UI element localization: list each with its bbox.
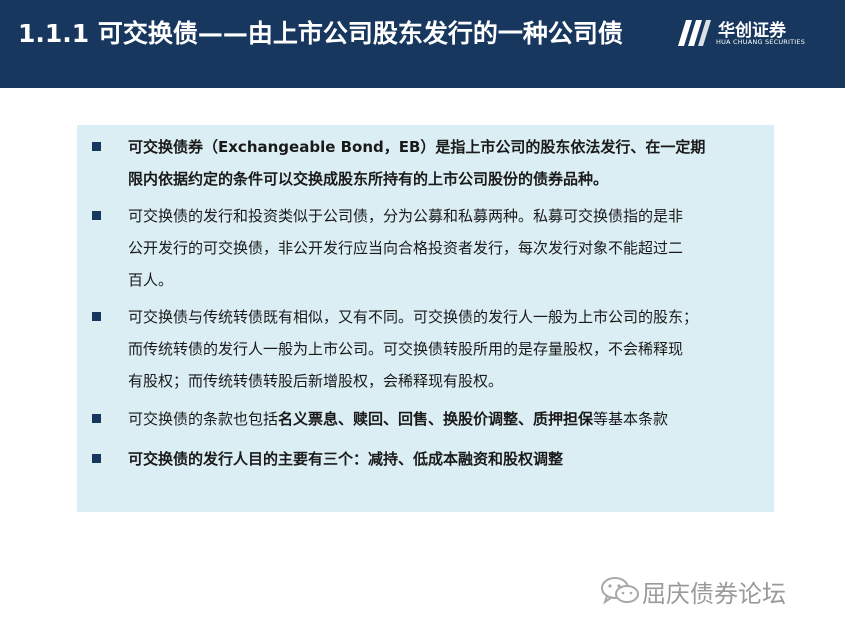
logo-mark-icon <box>678 20 711 46</box>
square-bullet-icon <box>92 312 101 321</box>
page-title: 1.1.1 可交换债——由上市公司股东发行的一种公司债 <box>18 19 623 48</box>
logo-subtitle: HUA CHUANG SECURITIES <box>716 38 806 46</box>
content-box: 可交换债券（Exchangeable Bond，EB）是指上市公司的股东依法发行… <box>77 125 774 512</box>
bullet-3-line-1: 可交换债与传统转债既有相似，又有不同。可交换债的发行人一般为上市公司的股东； <box>128 308 699 326</box>
bullet-2-line-2: 公开发行的可交换债，非公开发行应当向合格投资者发行，每次发行对象不能超过二 <box>128 239 684 257</box>
watermark: 屈庆债券论坛 <box>600 570 830 610</box>
bullet-2-line-3: 百人。 <box>128 271 174 289</box>
wechat-icon <box>601 577 639 605</box>
bullet-4-prefix: 可交换债的条款也包括 <box>128 410 279 428</box>
title-bar: 1.1.1 可交换债——由上市公司股东发行的一种公司债 华创证券 HUA CHU… <box>0 0 845 88</box>
square-bullet-icon <box>92 414 101 423</box>
bullet-3-line-3: 有股权；而传统转债转股后新增股权，会稀释现有股权。 <box>128 372 504 390</box>
bullet-4-suffix: 等基本条款 <box>593 410 669 428</box>
bullet-1-line-1: 可交换债券（Exchangeable Bond，EB）是指上市公司的股东依法发行… <box>128 138 706 156</box>
bullet-5-line-1: 可交换债的发行人目的主要有三个：减持、低成本融资和股权调整 <box>128 450 564 468</box>
bullet-1-line-2: 限内依据约定的条件可以交换成股东所持有的上市公司股份的债券品种。 <box>128 170 609 188</box>
watermark-text: 屈庆债券论坛 <box>642 580 786 608</box>
square-bullet-icon <box>92 454 101 463</box>
square-bullet-icon <box>92 142 101 151</box>
square-bullet-icon <box>92 211 101 220</box>
bullet-4-emphasis: 名义票息、赎回、回售、换股价调整、质押担保 <box>278 410 594 428</box>
bullet-3-line-2: 而传统转债的发行人一般为上市公司。可交换债转股所用的是存量股权，不会稀释现 <box>128 340 684 358</box>
bullet-2-line-1: 可交换债的发行和投资类似于公司债，分为公募和私募两种。私募可交换债指的是非 <box>128 207 684 225</box>
company-logo: 华创证券 HUA CHUANG SECURITIES <box>676 16 836 50</box>
